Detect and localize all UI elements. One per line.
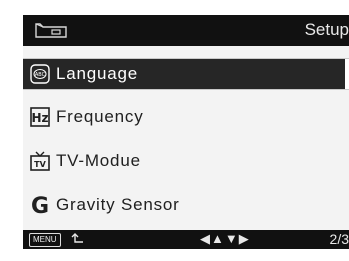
menu-item-gravity-sensor[interactable]: G Gravity Sensor <box>23 190 349 220</box>
svg-text:TV: TV <box>34 160 46 169</box>
hz-icon: Hz <box>28 106 52 128</box>
menu-item-label: Frequency <box>56 107 144 126</box>
svg-text:G: G <box>31 194 49 216</box>
svg-text:ABC: ABC <box>35 72 46 78</box>
tv-icon: TV <box>28 150 52 172</box>
page-indicator: 2/3 <box>329 231 349 247</box>
language-abc-icon: ABC <box>28 63 52 85</box>
menu-item-label: Gravity Sensor <box>56 195 180 214</box>
menu-item-language[interactable]: ABC Language <box>23 58 349 90</box>
menu-item-label: TV-Modue <box>56 151 141 170</box>
menu-button[interactable]: MENU <box>29 233 61 247</box>
gravity-g-icon: G <box>28 194 52 216</box>
menu-item-tv-mode[interactable]: TV TV-Modue <box>23 146 349 176</box>
movie-frame-icon <box>34 22 68 44</box>
menu-item-frequency[interactable]: Hz Frequency <box>23 102 349 132</box>
top-bar: Setup <box>23 15 349 46</box>
setup-screen: Setup ABC Language Hz Frequency TV TV-Mo… <box>23 15 349 249</box>
svg-text:Hz: Hz <box>31 111 48 125</box>
page-title: Setup <box>304 20 349 39</box>
return-arrow-icon[interactable] <box>71 232 85 249</box>
menu-item-label: Language <box>56 64 139 83</box>
bottom-bar: MENU ◀▲▼▶ 2/3 <box>23 230 349 249</box>
navigation-arrows: ◀▲▼▶ <box>200 231 250 246</box>
selection-edge <box>345 59 349 89</box>
